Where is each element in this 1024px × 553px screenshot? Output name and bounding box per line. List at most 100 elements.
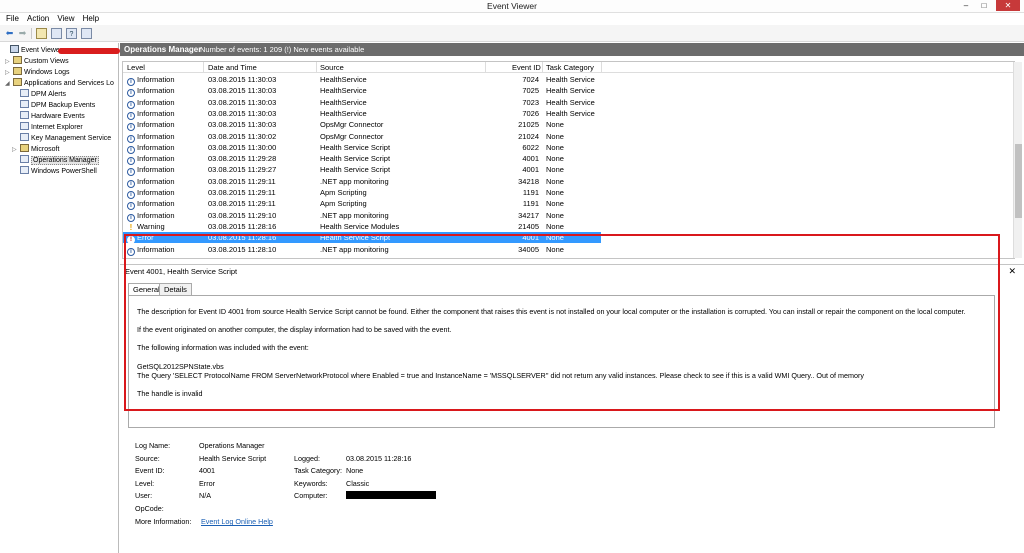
column-event-id[interactable]: Event ID	[512, 63, 541, 72]
tree-item-hardware-events[interactable]: Hardware Events	[20, 111, 85, 122]
event-log-online-help-link[interactable]: Event Log Online Help	[201, 517, 273, 526]
tree-item-microsoft[interactable]: ▷ Microsoft	[12, 144, 59, 155]
tree-item-operations-manager[interactable]: Operations Manager	[20, 155, 99, 166]
column-separator[interactable]	[485, 62, 486, 73]
back-icon[interactable]: ⬅	[4, 28, 15, 39]
level-text: Information	[137, 176, 175, 186]
task-category-value: None	[346, 466, 364, 475]
column-source[interactable]: Source	[320, 63, 344, 72]
table-row[interactable]: i Information 03.08.2015 11:30:00 Health Se…	[123, 142, 1014, 154]
cell-source: .NET app monitoring	[320, 176, 389, 186]
cell-source: Apm Scripting	[320, 188, 367, 197]
menu-view[interactable]: View	[57, 13, 74, 25]
tree-item-dpm-alerts[interactable]: DPM Alerts	[20, 89, 66, 100]
cell-date: 03.08.2015 11:29:11	[208, 199, 276, 209]
pane-title: Operations Manager	[124, 45, 202, 54]
collapse-arrow-icon[interactable]: ◢	[5, 79, 13, 90]
table-row[interactable]: i Information 03.08.2015 11:30:03 HealthSer…	[123, 97, 1014, 109]
cell-event-id: 21024	[518, 131, 539, 141]
cell-task-category: None	[546, 199, 564, 209]
cell-date: 03.08.2015 11:29:27	[208, 165, 277, 175]
column-task-category[interactable]: Task Category	[546, 63, 594, 72]
column-date[interactable]: Date and Time	[208, 63, 257, 72]
cell-level: i Information	[127, 164, 175, 177]
cell-event-id: 6022	[522, 142, 539, 152]
table-row[interactable]: i Information 03.08.2015 11:30:03 HealthSer…	[123, 74, 1014, 86]
detail-close-icon[interactable]: ✕	[1008, 266, 1016, 277]
cell-date: 03.08.2015 11:30:03	[208, 86, 277, 96]
source-label: Source:	[135, 454, 160, 463]
cell-event-id: 34218	[518, 176, 539, 186]
column-level[interactable]: Level	[127, 63, 145, 72]
redaction-mark	[58, 48, 120, 54]
tree-item-custom-views[interactable]: ▷ Custom Views	[5, 56, 69, 67]
cell-date: 03.08.2015 11:29:28	[208, 154, 277, 164]
menu-bar: File Action View Help	[0, 13, 1024, 25]
cell-level: i Information	[127, 142, 175, 154]
level-text: Information	[137, 188, 175, 197]
level-text: Information	[137, 131, 175, 141]
log-icon	[20, 89, 29, 97]
log-name-label: Log Name:	[135, 441, 171, 450]
tree-item-windows-powershell[interactable]: Windows PowerShell	[20, 166, 97, 177]
table-row[interactable]: i Information 03.08.2015 11:30:03 HealthSer…	[123, 85, 1014, 98]
table-row[interactable]: i Information 03.08.2015 11:30:03 HealthSer…	[123, 108, 1014, 120]
table-row[interactable]: i Information 03.08.2015 11:30:02 OpsMgr Co…	[123, 131, 1014, 143]
scrollbar-thumb[interactable]	[1015, 144, 1022, 218]
tree-item-key-management-service[interactable]: Key Management Service	[20, 133, 111, 144]
table-row[interactable]: i Information 03.08.2015 11:29:11 Apm Scrip…	[123, 187, 1014, 199]
column-separator[interactable]	[203, 62, 204, 73]
user-value: N/A	[199, 491, 211, 500]
tree-item-windows-logs[interactable]: ▷ Windows Logs	[5, 67, 70, 78]
cell-date: 03.08.2015 11:30:02	[208, 131, 277, 141]
menu-help[interactable]: Help	[83, 13, 99, 25]
table-row[interactable]: ! Warning 03.08.2015 11:28:16 Health Servic…	[123, 221, 1014, 232]
level-text: Information	[137, 165, 175, 175]
table-row[interactable]: i Information 03.08.2015 11:29:11 .NET app …	[123, 176, 1014, 188]
table-row[interactable]: i Information 03.08.2015 11:29:28 Health Se…	[123, 153, 1014, 166]
tree-item-dpm-backup-events[interactable]: DPM Backup Events	[20, 100, 95, 111]
menu-file[interactable]: File	[6, 13, 19, 25]
cell-event-id: 34217	[518, 210, 539, 220]
cell-source: Health Service Script	[320, 154, 391, 164]
tree-item-applications-services[interactable]: ◢ Applications and Services Lo	[5, 78, 114, 89]
level-text: Information	[137, 210, 175, 220]
folder-icon	[13, 56, 22, 64]
cell-event-id: 21025	[518, 120, 539, 130]
close-button[interactable]: ✕	[996, 0, 1020, 11]
log-icon	[20, 122, 29, 130]
level-text: Information	[137, 120, 175, 130]
table-row[interactable]: i Information 03.08.2015 11:29:11 Apm Scrip…	[123, 198, 1014, 211]
cell-level: i Information	[127, 97, 175, 109]
tree-item-internet-explorer[interactable]: Internet Explorer	[20, 122, 83, 133]
cell-source: Health Service Script	[320, 165, 391, 175]
cell-source: Apm Scripting	[320, 199, 367, 209]
column-separator[interactable]	[316, 62, 317, 73]
menu-action[interactable]: Action	[27, 13, 49, 25]
event-id-value: 4001	[199, 466, 215, 475]
cell-task-category: Health Service	[546, 108, 595, 118]
maximize-button[interactable]: □	[976, 0, 992, 11]
grid-scrollbar[interactable]	[1013, 62, 1022, 258]
cell-level: i Information	[127, 85, 175, 98]
task-category-label: Task Category:	[294, 466, 342, 475]
table-row[interactable]: i Information 03.08.2015 11:29:10 .NET app …	[123, 210, 1014, 222]
expand-arrow-icon[interactable]: ▷	[12, 145, 20, 156]
log-icon	[20, 155, 29, 163]
logged-label: Logged:	[294, 454, 320, 463]
folder-icon	[13, 78, 22, 86]
column-separator[interactable]	[542, 62, 543, 73]
action-pane-icon[interactable]	[81, 28, 92, 39]
help-icon[interactable]: ?	[66, 28, 77, 39]
forward-icon[interactable]: ➡	[17, 28, 28, 39]
table-row[interactable]: i Information 03.08.2015 11:29:27 Health Se…	[123, 164, 1014, 177]
cell-task-category: Health Service	[546, 75, 595, 84]
cell-task-category: None	[546, 120, 564, 130]
table-row[interactable]: i Information 03.08.2015 11:30:03 OpsMgr Co…	[123, 119, 1014, 132]
console-tree-icon[interactable]	[51, 28, 62, 39]
keywords-label: Keywords:	[294, 479, 328, 488]
tree-item-event-viewer[interactable]: Event Viewer	[2, 45, 62, 56]
folder-up-icon[interactable]	[36, 28, 47, 39]
minimize-button[interactable]: –	[958, 0, 974, 11]
column-separator[interactable]	[601, 62, 602, 73]
